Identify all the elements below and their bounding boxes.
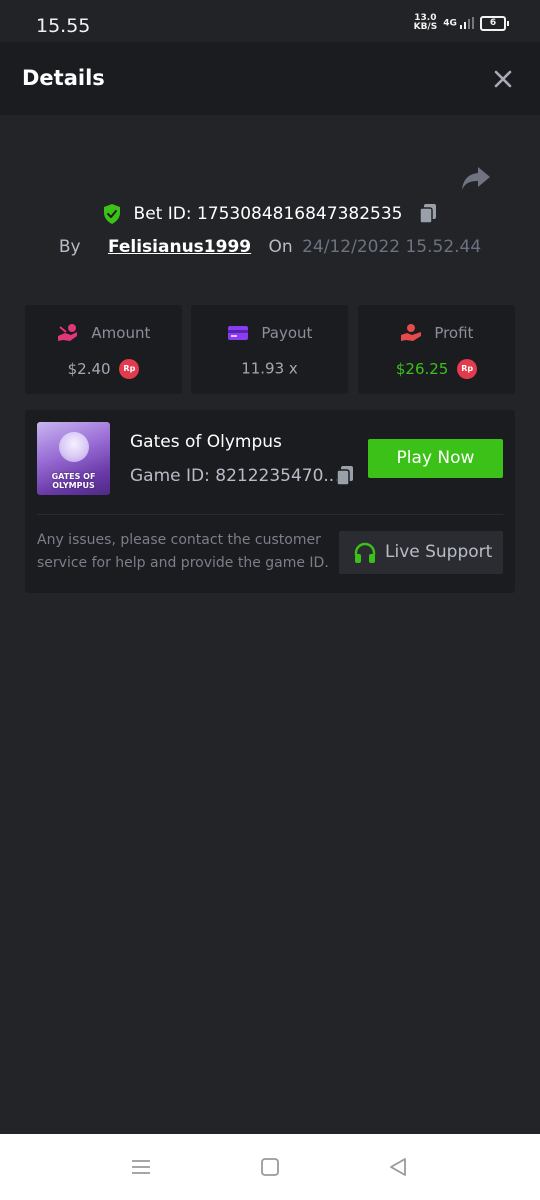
page-title: Details xyxy=(22,66,105,90)
username-link[interactable]: Felisianus1999 xyxy=(108,237,251,257)
profit-label: Profit xyxy=(434,324,474,342)
bet-id: Bet ID: 1753084816847382535 xyxy=(133,204,403,224)
menu-icon[interactable] xyxy=(130,1156,152,1178)
game-card: GATES OF OLYMPUS Gates of Olympus Game I… xyxy=(25,410,515,593)
live-support-label: Live Support xyxy=(385,542,493,562)
amount-card: Amount $2.40 Rp xyxy=(25,305,182,394)
copy-icon[interactable] xyxy=(335,465,355,487)
hand-coin-icon xyxy=(57,324,77,341)
currency-badge: Rp xyxy=(457,359,478,379)
help-text: Any issues, please contact the customer … xyxy=(37,532,329,571)
details-header: Details xyxy=(0,42,540,115)
battery-icon: 6 xyxy=(480,15,509,31)
share-icon[interactable] xyxy=(460,163,492,193)
signal-icon: 4G xyxy=(443,17,474,29)
status-bar: 15.55 13.0 KB/S 4G 6 xyxy=(0,0,540,42)
on-label: On xyxy=(268,237,293,257)
game-thumbnail[interactable]: GATES OF OLYMPUS xyxy=(37,422,110,495)
back-icon[interactable] xyxy=(387,1156,409,1178)
zeus-face-icon xyxy=(59,432,89,462)
game-id: Game ID: 8212235470... xyxy=(130,466,340,486)
currency-badge: Rp xyxy=(119,359,140,379)
bet-author-row: By Felisianus1999 On 24/12/2022 15.52.44 xyxy=(0,237,540,257)
by-label: By xyxy=(58,237,81,257)
copy-icon[interactable] xyxy=(418,203,438,225)
card-icon xyxy=(227,326,248,340)
profit-value: $26.25 xyxy=(395,360,449,378)
payout-label: Payout xyxy=(261,324,313,342)
bet-id-row: Bet ID: 1753084816847382535 xyxy=(0,203,540,225)
shield-check-icon xyxy=(104,204,121,224)
game-title: Gates of Olympus xyxy=(130,432,282,452)
live-support-button[interactable]: Live Support xyxy=(339,531,503,574)
status-time: 15.55 xyxy=(36,15,91,37)
system-nav-bar xyxy=(0,1134,540,1200)
play-now-button[interactable]: Play Now xyxy=(368,439,503,478)
profit-card: Profit $26.25 Rp xyxy=(358,305,515,394)
divider xyxy=(37,514,503,515)
amount-label: Amount xyxy=(91,324,151,342)
bet-date: 24/12/2022 15.52.44 xyxy=(302,237,482,257)
payout-value: 11.93 x xyxy=(241,359,298,378)
profit-hand-icon xyxy=(400,324,421,341)
payout-card: Payout 11.93 x xyxy=(191,305,348,394)
status-icons: 13.0 KB/S 4G 6 xyxy=(413,13,509,32)
headset-icon xyxy=(354,542,376,563)
network-speed: 13.0 KB/S xyxy=(413,13,438,32)
home-icon[interactable] xyxy=(259,1156,281,1178)
close-icon[interactable] xyxy=(490,66,516,92)
amount-value: $2.40 xyxy=(67,360,111,378)
